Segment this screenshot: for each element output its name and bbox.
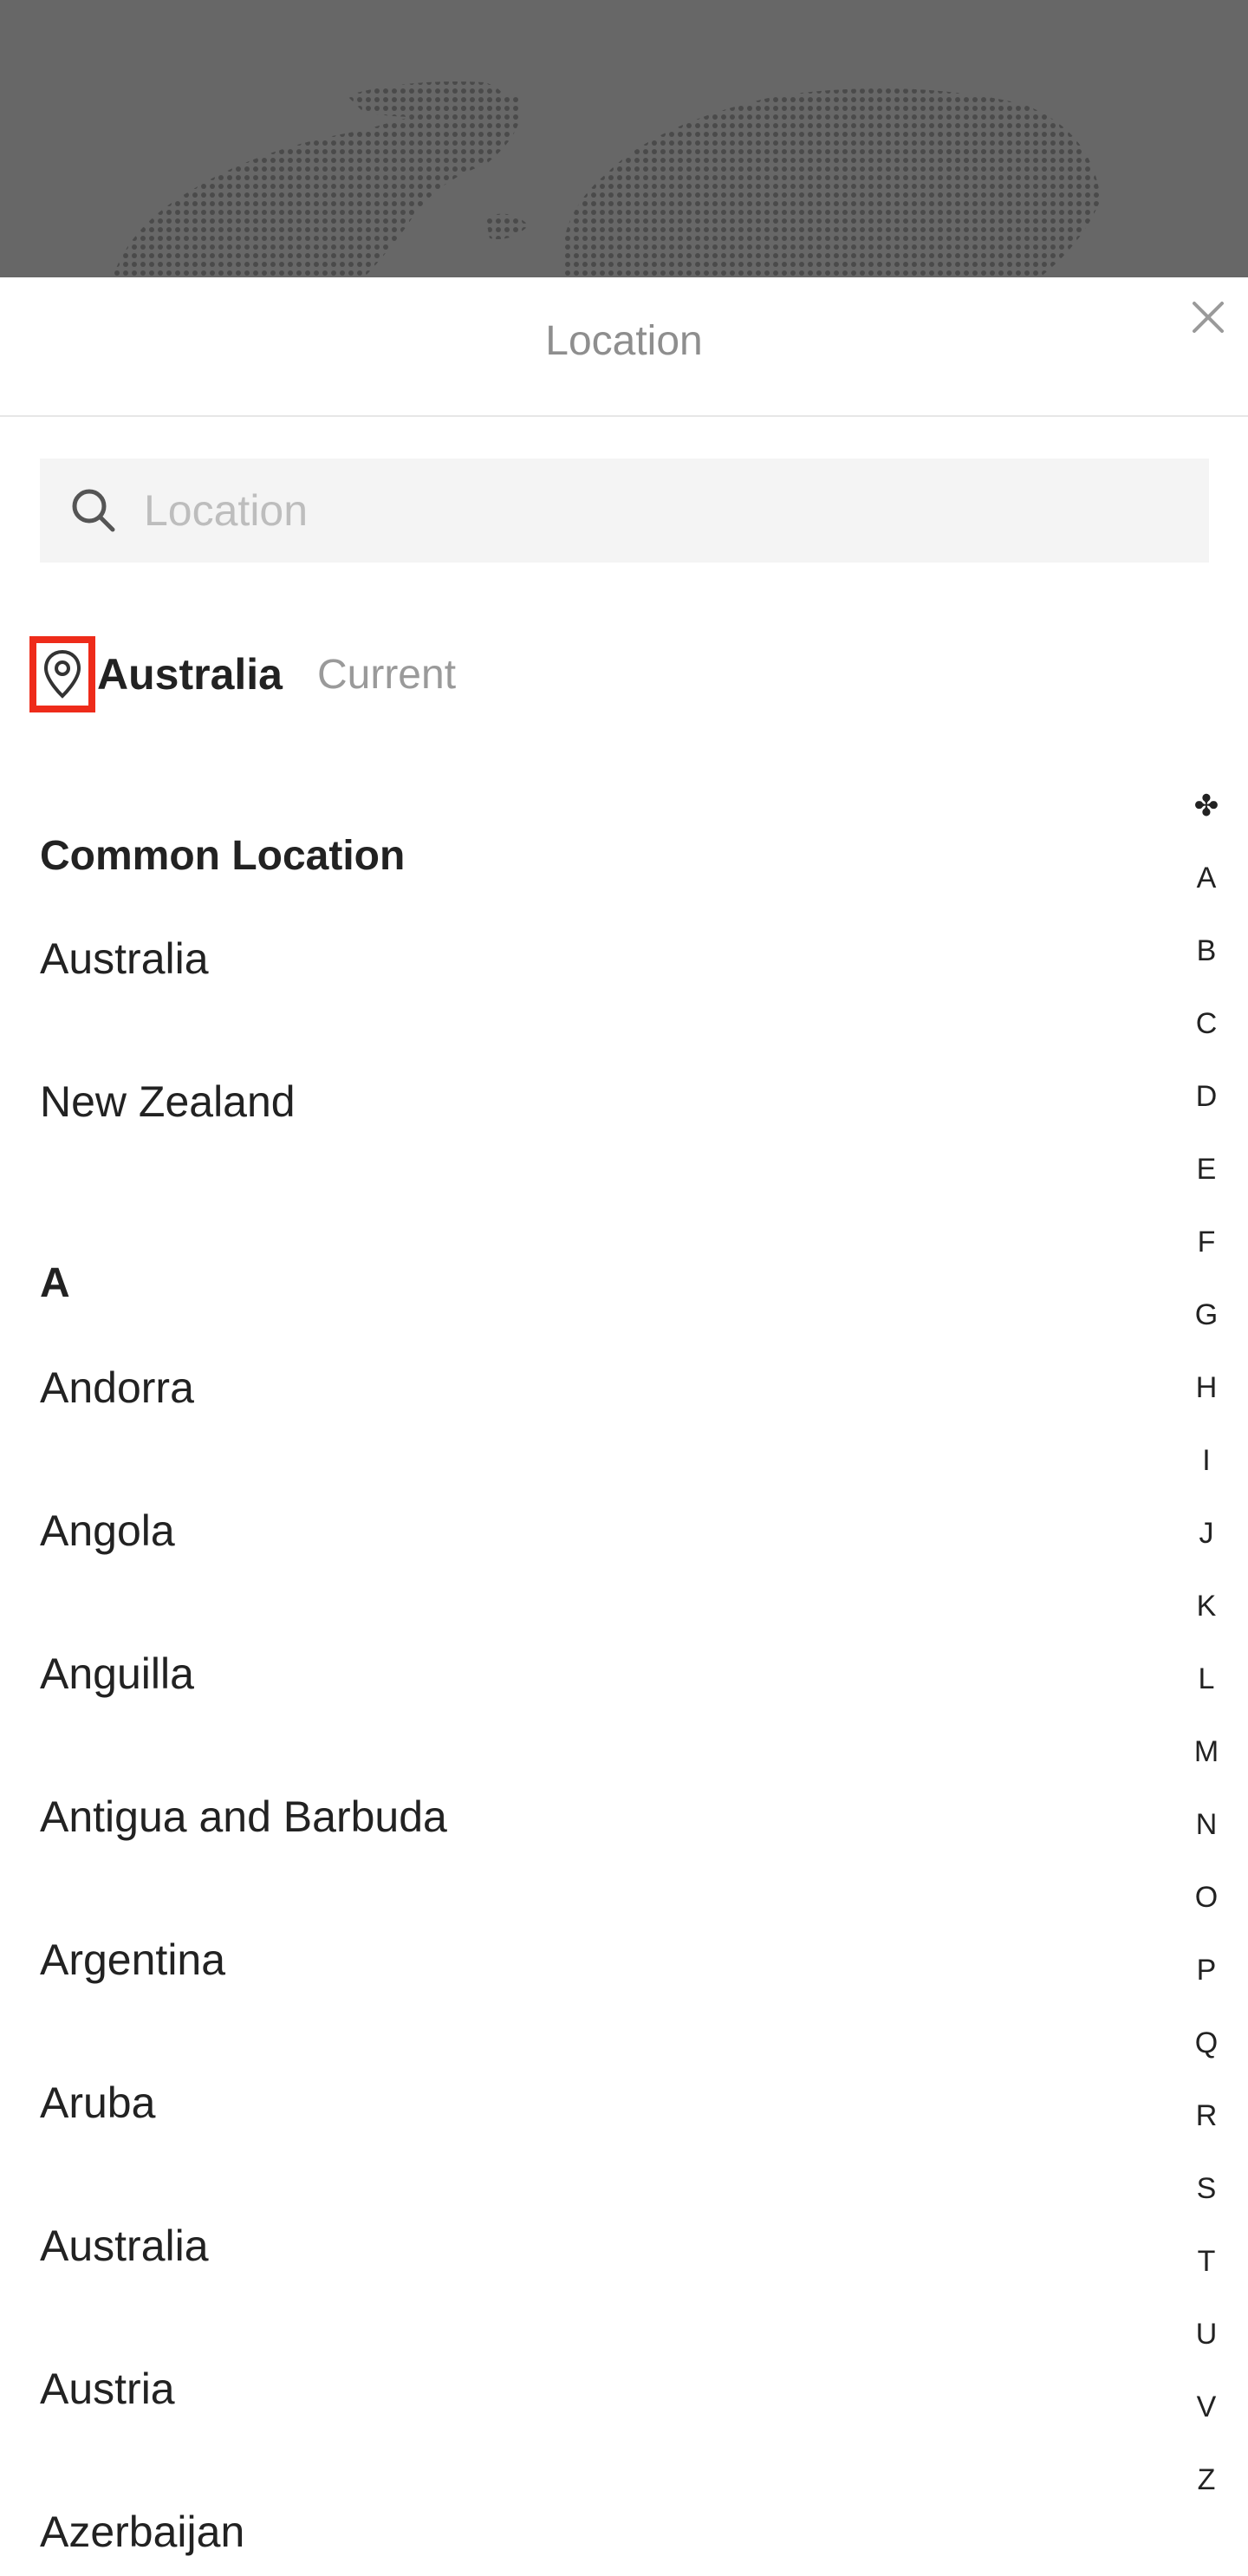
index-letter-j[interactable]: J bbox=[1180, 1517, 1232, 1551]
index-letter-f[interactable]: F bbox=[1180, 1226, 1232, 1259]
list-item[interactable]: New Zealand bbox=[40, 1077, 296, 1127]
list-item[interactable]: Antigua and Barbuda bbox=[40, 1792, 447, 1842]
list-item[interactable]: Austria bbox=[40, 2364, 175, 2414]
location-pin-icon bbox=[43, 649, 81, 699]
index-letter-h[interactable]: H bbox=[1180, 1371, 1232, 1405]
index-letter-m[interactable]: M bbox=[1180, 1735, 1232, 1769]
sheet-header: Location bbox=[0, 277, 1248, 417]
location-picker-sheet: Location Australia Current Common Locati… bbox=[0, 277, 1248, 2576]
location-pin-highlight[interactable] bbox=[29, 636, 95, 712]
index-letter-p[interactable]: P bbox=[1180, 1954, 1232, 1987]
list-item[interactable]: Anguilla bbox=[40, 1649, 194, 1699]
current-location-name: Australia bbox=[97, 650, 283, 699]
list-item[interactable]: Australia bbox=[40, 2221, 209, 2271]
index-letter-k[interactable]: K bbox=[1180, 1590, 1232, 1623]
index-letter-z[interactable]: Z bbox=[1180, 2463, 1232, 2497]
current-location-tag: Current bbox=[316, 651, 457, 698]
index-letter-q[interactable]: Q bbox=[1180, 2026, 1232, 2060]
index-star-icon[interactable]: ✤ bbox=[1180, 789, 1232, 823]
index-letter-g[interactable]: G bbox=[1180, 1298, 1232, 1332]
list-item[interactable]: Argentina bbox=[40, 1935, 225, 1985]
index-letter-d[interactable]: D bbox=[1180, 1080, 1232, 1114]
index-letter-s[interactable]: S bbox=[1180, 2172, 1232, 2206]
index-letter-l[interactable]: L bbox=[1180, 1662, 1232, 1696]
current-location-row[interactable]: Australia Current bbox=[29, 631, 456, 718]
list-item[interactable]: Australia bbox=[40, 933, 209, 984]
index-letter-t[interactable]: T bbox=[1180, 2245, 1232, 2279]
list-item[interactable]: Aruba bbox=[40, 2078, 155, 2128]
index-letter-n[interactable]: N bbox=[1180, 1808, 1232, 1842]
index-letter-b[interactable]: B bbox=[1180, 934, 1232, 968]
page-title: Location bbox=[545, 318, 703, 364]
index-letter-u[interactable]: U bbox=[1180, 2318, 1232, 2352]
section-title-a: A bbox=[40, 1260, 70, 1306]
list-item[interactable]: Azerbaijan bbox=[40, 2507, 244, 2557]
index-letter-e[interactable]: E bbox=[1180, 1153, 1232, 1187]
search-input[interactable] bbox=[142, 485, 1099, 537]
dimmed-backdrop[interactable] bbox=[0, 0, 1248, 277]
list-item[interactable]: Angola bbox=[40, 1506, 175, 1556]
search-icon bbox=[72, 489, 115, 532]
close-button[interactable] bbox=[1187, 296, 1229, 338]
index-letter-r[interactable]: R bbox=[1180, 2099, 1232, 2133]
index-letter-v[interactable]: V bbox=[1180, 2391, 1232, 2424]
list-item[interactable]: Andorra bbox=[40, 1363, 194, 1413]
close-icon bbox=[1193, 302, 1224, 333]
section-title-common: Common Location bbox=[40, 833, 406, 879]
index-letter-o[interactable]: O bbox=[1180, 1881, 1232, 1915]
index-letter-i[interactable]: I bbox=[1180, 1444, 1232, 1478]
world-map-dots bbox=[113, 81, 1101, 277]
index-letter-a[interactable]: A bbox=[1180, 862, 1232, 895]
search-bar[interactable] bbox=[40, 459, 1209, 563]
index-letter-c[interactable]: C bbox=[1180, 1007, 1232, 1041]
